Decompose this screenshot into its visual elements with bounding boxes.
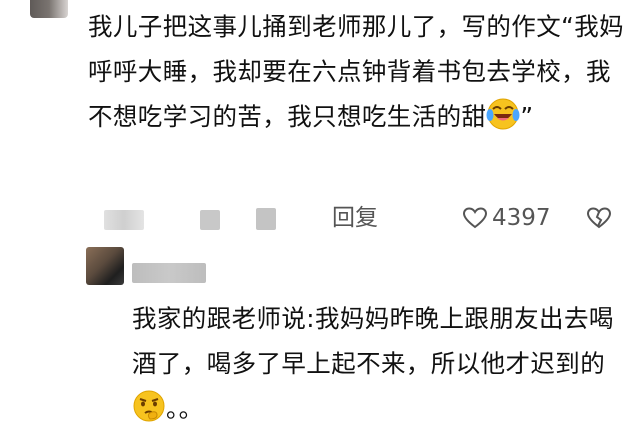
heart-outline-icon <box>462 207 488 229</box>
broken-heart-icon[interactable] <box>586 205 612 231</box>
commenter-avatar[interactable] <box>30 0 68 18</box>
reply-text: 我家的跟老师说:我妈妈昨晚上跟朋友出去喝酒了，喝多了早上起不来，所以他才迟到的 <box>132 304 614 378</box>
closing-quote: ” <box>520 102 534 131</box>
reply-button[interactable]: 回复 <box>332 203 378 233</box>
comment-text: 我儿子把这事儿捅到老师那儿了，写的作文“我妈呼呼大睡，我却要在六点钟背着书包去学… <box>88 12 624 131</box>
comment-action-row: 回复 4397 <box>0 198 640 238</box>
reply-avatar[interactable] <box>86 247 124 285</box>
like-button[interactable]: 4397 <box>462 203 551 233</box>
reply-username-blurred[interactable] <box>132 263 206 283</box>
reply-body: 我家的跟老师说:我妈妈昨晚上跟朋友出去喝酒了，喝多了早上起不来，所以他才迟到的 … <box>132 296 622 431</box>
comment-body: 我儿子把这事儿捅到老师那儿了，写的作文“我妈呼呼大睡，我却要在六点钟背着书包去学… <box>88 4 624 139</box>
like-count: 4397 <box>492 205 551 231</box>
thinking-emoji-icon <box>133 390 165 422</box>
location-blurred <box>200 210 220 230</box>
reply-trailing: 。。 <box>166 394 204 423</box>
timestamp-blurred <box>104 210 144 230</box>
laughing-crying-emoji-icon <box>486 98 520 130</box>
share-blurred[interactable] <box>256 208 276 230</box>
